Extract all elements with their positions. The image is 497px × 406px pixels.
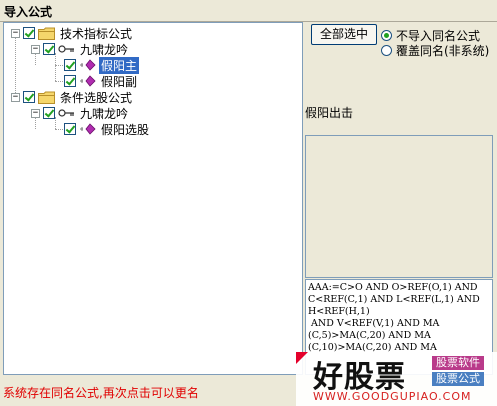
formula-description-box[interactable] bbox=[305, 135, 493, 278]
collapse-toggle[interactable]: − bbox=[11, 28, 20, 38]
window-title: 导入公式 bbox=[4, 5, 53, 19]
tree-connector bbox=[15, 37, 16, 97]
tree-node-group-jiuxiao[interactable]: − 九啸龙吟 bbox=[31, 41, 130, 57]
collapse-toggle[interactable]: − bbox=[31, 108, 40, 118]
key-icon bbox=[58, 45, 74, 53]
collapse-toggle[interactable]: − bbox=[11, 92, 20, 102]
select-all-button[interactable]: 全部选中 bbox=[311, 24, 377, 45]
radio-button[interactable] bbox=[381, 45, 392, 56]
node-label: 假阳主 bbox=[97, 55, 141, 75]
node-checkbox[interactable] bbox=[43, 43, 55, 55]
title-bar: 导入公式 bbox=[0, 0, 497, 22]
node-label: 技术指标公式 bbox=[60, 26, 133, 41]
node-checkbox[interactable] bbox=[64, 123, 76, 135]
node-checkbox[interactable] bbox=[64, 59, 76, 71]
watermark-tag-formula: 股票公式 bbox=[432, 372, 484, 386]
node-checkbox[interactable] bbox=[23, 27, 35, 39]
node-label: 假阳副 bbox=[101, 74, 138, 89]
node-label: 假阳选股 bbox=[101, 122, 150, 137]
tree-node-formula-main[interactable]: 假阳主 bbox=[64, 55, 141, 75]
formula-icon bbox=[80, 59, 96, 71]
tree-node-formula-sub[interactable]: 假阳副 bbox=[64, 73, 139, 89]
radio-label: 覆盖同名(非系统) bbox=[396, 44, 490, 58]
formula-icon bbox=[80, 75, 96, 87]
watermark-url: WWW.GOODGUPIAO.COM bbox=[313, 390, 472, 403]
formula-name-label: 假阳出击 bbox=[305, 106, 354, 120]
node-label: 九啸龙吟 bbox=[80, 42, 129, 57]
radio-button[interactable] bbox=[381, 30, 392, 41]
tree-connector bbox=[55, 53, 56, 81]
tree-node-condition-formulas[interactable]: − 条件选股公式 bbox=[11, 89, 134, 105]
watermark-corner-mark bbox=[296, 352, 308, 364]
folder-icon bbox=[38, 91, 55, 104]
formula-tree[interactable]: − 技术指标公式 − 九啸龙吟 假阳主 假阳副 − 条件选股公式 − 九啸龙吟 … bbox=[3, 22, 303, 375]
node-label: 条件选股公式 bbox=[60, 90, 133, 105]
key-icon bbox=[58, 109, 74, 117]
node-label: 九啸龙吟 bbox=[80, 106, 129, 121]
radio-overwrite[interactable]: 覆盖同名(非系统) bbox=[381, 42, 489, 59]
watermark-tag-software: 股票软件 bbox=[432, 356, 484, 370]
tree-node-group-jiuxiao-2[interactable]: − 九啸龙吟 bbox=[31, 105, 130, 121]
tree-node-indicator-formulas[interactable]: − 技术指标公式 bbox=[11, 25, 134, 41]
status-message: 系统存在同名公式,再次点击可以更名 bbox=[3, 386, 199, 400]
collapse-toggle[interactable]: − bbox=[31, 44, 40, 54]
node-checkbox[interactable] bbox=[64, 75, 76, 87]
node-checkbox[interactable] bbox=[23, 91, 35, 103]
folder-icon bbox=[38, 27, 55, 40]
tree-node-formula-select[interactable]: 假阳选股 bbox=[64, 121, 151, 137]
node-checkbox[interactable] bbox=[43, 107, 55, 119]
formula-icon bbox=[80, 123, 96, 135]
